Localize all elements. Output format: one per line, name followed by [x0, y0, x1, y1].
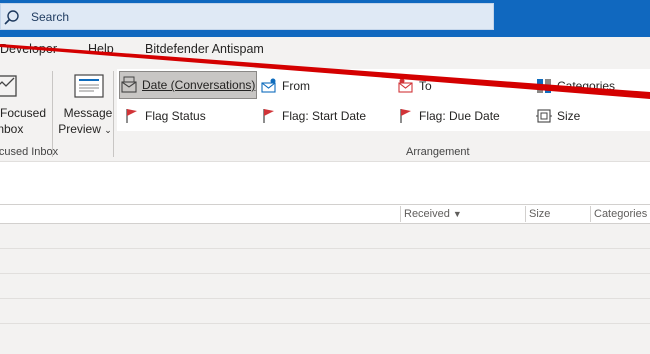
- column-separator[interactable]: [525, 206, 526, 222]
- column-header-received[interactable]: Received ▼: [404, 208, 462, 220]
- from-icon: [261, 78, 276, 93]
- column-separator[interactable]: [590, 206, 591, 222]
- ribbon-separator: [113, 71, 114, 157]
- message-preview-label-line2[interactable]: Preview ⌄: [56, 122, 114, 136]
- flag-icon: [126, 109, 137, 123]
- menu-tab-bitdefender-antispam[interactable]: Bitdefender Antispam: [145, 42, 264, 56]
- arrange-date-conversations[interactable]: Date (Conversations): [119, 71, 257, 99]
- search-icon: [4, 10, 19, 25]
- arrange-from[interactable]: From: [260, 72, 310, 100]
- chevron-down-icon: ⌄: [104, 125, 112, 135]
- arrange-option-label: Date (Conversations): [142, 78, 256, 92]
- arrange-flag-due-date[interactable]: Flag: Due Date: [397, 102, 500, 130]
- date-conversations-icon: [121, 76, 137, 93]
- size-icon: [536, 109, 552, 123]
- menu-bar: Developer Help Bitdefender Antispam: [0, 37, 650, 63]
- arrange-size[interactable]: Size: [535, 102, 580, 130]
- ribbon-separator: [52, 71, 53, 157]
- arrangement-group-label: Arrangement: [406, 146, 470, 158]
- message-list-filter-area: [0, 162, 650, 204]
- arrange-flag-start-date[interactable]: Flag: Start Date: [260, 102, 366, 130]
- row-divider: [0, 323, 650, 324]
- to-icon: [398, 78, 413, 93]
- arrangement-gallery: Date (Conversations) From To Categories: [117, 69, 650, 131]
- row-divider: [0, 298, 650, 299]
- arrange-categories[interactable]: Categories: [535, 72, 615, 100]
- focused-inbox-icon[interactable]: [0, 72, 18, 100]
- column-header-categories[interactable]: Categories: [594, 208, 647, 220]
- message-preview-icon[interactable]: [74, 74, 104, 98]
- message-list-header: Received ▼ Size Categories: [0, 204, 650, 224]
- message-list-rows: [0, 224, 650, 354]
- row-divider: [0, 248, 650, 249]
- arrange-option-label: To: [419, 79, 432, 93]
- column-header-size[interactable]: Size: [529, 208, 550, 220]
- menu-tab-help[interactable]: Help: [88, 42, 114, 56]
- arrange-option-label: Flag Status: [145, 109, 206, 123]
- focused-inbox-label-line2[interactable]: Inbox: [0, 122, 23, 136]
- flag-icon: [263, 109, 274, 123]
- arrange-option-label: Flag: Start Date: [282, 109, 367, 123]
- focused-inbox-group-label: Focused Inbox: [0, 146, 59, 158]
- message-preview-label-line1[interactable]: Message: [59, 106, 117, 120]
- search-label: Search: [31, 10, 70, 24]
- flag-icon: [400, 109, 411, 123]
- sort-descending-icon: ▼: [452, 209, 462, 219]
- focused-inbox-label-line1[interactable]: Focused: [0, 106, 46, 120]
- arrange-flag-status[interactable]: Flag Status: [123, 102, 206, 130]
- arrange-option-label: Categories: [557, 79, 616, 93]
- arrange-option-label: Flag: Due Date: [419, 109, 500, 123]
- arrange-option-label: Size: [557, 109, 581, 123]
- title-bar: Search: [0, 0, 650, 37]
- column-separator[interactable]: [400, 206, 401, 222]
- row-divider: [0, 273, 650, 274]
- arrange-to[interactable]: To: [397, 72, 432, 100]
- search-box[interactable]: Search: [0, 3, 494, 30]
- menu-tab-developer[interactable]: Developer: [0, 42, 57, 56]
- categories-icon: [537, 79, 551, 93]
- arrange-option-label: From: [282, 79, 310, 93]
